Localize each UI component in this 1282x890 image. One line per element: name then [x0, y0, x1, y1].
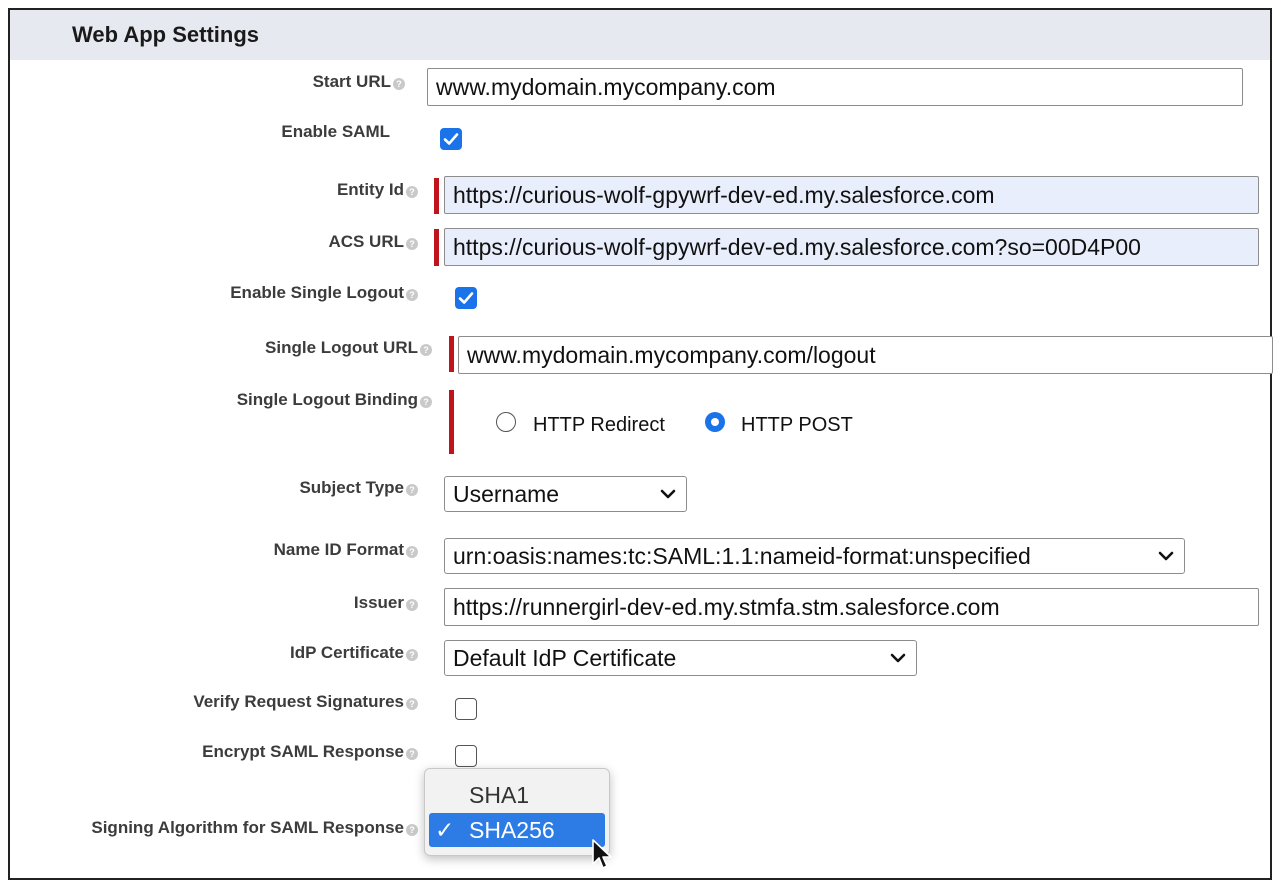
checkmark-icon: ✓	[435, 817, 455, 843]
enable-saml-label-group: Enable SAML	[281, 122, 390, 142]
subject-type-select[interactable]: Username	[444, 476, 687, 512]
section-header: Web App Settings	[10, 10, 1270, 60]
idp-certificate-value: Default IdP Certificate	[453, 645, 677, 671]
subject-type-value: Username	[453, 481, 560, 507]
signing-algorithm-label: Signing Algorithm for SAML Response	[91, 818, 404, 837]
menu-option-sha1[interactable]: SHA1	[429, 778, 605, 812]
enable-single-logout-label-group: Enable Single Logout ?	[230, 283, 418, 303]
checkmark-icon	[458, 292, 474, 304]
entity-id-input[interactable]: https://curious-wolf-gpywrf-dev-ed.my.sa…	[444, 176, 1259, 214]
required-indicator	[449, 390, 454, 454]
subject-type-label-group: Subject Type ?	[299, 478, 418, 498]
section-title: Web App Settings	[72, 22, 259, 47]
chevron-down-icon	[660, 489, 676, 499]
checkmark-icon	[443, 133, 459, 145]
verify-request-signatures-label-group: Verify Request Signatures ?	[193, 692, 418, 712]
help-icon[interactable]: ?	[406, 649, 418, 661]
name-id-format-label-group: Name ID Format ?	[274, 540, 418, 560]
single-logout-url-label-group: Single Logout URL ?	[265, 338, 432, 358]
name-id-format-label: Name ID Format	[273, 540, 404, 559]
http-redirect-label: HTTP Redirect	[533, 414, 665, 436]
enable-single-logout-checkbox[interactable]	[455, 287, 477, 309]
menu-option-sha256[interactable]: ✓ SHA256	[429, 813, 605, 847]
start-url-input[interactable]: www.mydomain.mycompany.com	[427, 68, 1243, 106]
idp-certificate-select[interactable]: Default IdP Certificate	[444, 640, 917, 676]
single-logout-url-input[interactable]: www.mydomain.mycompany.com/logout	[458, 336, 1273, 374]
required-indicator	[449, 336, 454, 372]
help-icon[interactable]: ?	[406, 186, 418, 198]
idp-certificate-label-group: IdP Certificate ?	[290, 643, 418, 663]
chevron-down-icon	[1158, 551, 1174, 561]
encrypt-saml-response-checkbox[interactable]	[455, 745, 477, 767]
mouse-pointer-icon	[592, 839, 612, 869]
signing-algorithm-label-group: Signing Algorithm for SAML Response ?	[91, 818, 418, 838]
enable-saml-checkbox[interactable]	[440, 128, 462, 150]
help-icon[interactable]: ?	[406, 289, 418, 301]
encrypt-saml-response-label: Encrypt SAML Response	[202, 742, 404, 761]
help-icon[interactable]: ?	[420, 396, 432, 408]
name-id-format-value: urn:oasis:names:tc:SAML:1.1:nameid-forma…	[453, 543, 1031, 569]
verify-request-signatures-label: Verify Request Signatures	[193, 692, 404, 711]
name-id-format-select[interactable]: urn:oasis:names:tc:SAML:1.1:nameid-forma…	[444, 538, 1185, 574]
help-icon[interactable]: ?	[406, 748, 418, 760]
entity-id-label: Entity Id	[336, 180, 404, 199]
settings-panel	[8, 8, 1272, 880]
issuer-input[interactable]: https://runnergirl-dev-ed.my.stmfa.stm.s…	[444, 588, 1259, 626]
verify-request-signatures-checkbox[interactable]	[455, 698, 477, 720]
help-icon[interactable]: ?	[406, 238, 418, 250]
help-icon[interactable]: ?	[406, 484, 418, 496]
signing-algorithm-dropdown-menu[interactable]: SHA1 ✓ SHA256	[424, 768, 610, 856]
idp-certificate-label: IdP Certificate	[289, 643, 404, 662]
entity-id-label-group: Entity Id ?	[337, 180, 418, 200]
required-indicator	[434, 178, 439, 214]
help-icon[interactable]: ?	[406, 698, 418, 710]
single-logout-url-label: Single Logout URL	[265, 338, 418, 357]
subject-type-label: Subject Type	[299, 478, 404, 497]
required-indicator	[434, 229, 439, 266]
http-post-label: HTTP POST	[741, 414, 853, 436]
issuer-label: Issuer	[353, 593, 404, 612]
acs-url-label: ACS URL	[328, 232, 404, 251]
acs-url-input[interactable]: https://curious-wolf-gpywrf-dev-ed.my.sa…	[444, 228, 1259, 266]
help-icon[interactable]: ?	[420, 344, 432, 356]
enable-saml-label: Enable SAML	[281, 122, 390, 141]
chevron-down-icon	[890, 653, 906, 663]
help-icon[interactable]: ?	[406, 546, 418, 558]
http-post-radio[interactable]	[705, 412, 725, 432]
help-icon[interactable]: ?	[406, 824, 418, 836]
help-icon[interactable]: ?	[393, 78, 405, 90]
encrypt-saml-response-label-group: Encrypt SAML Response ?	[202, 742, 418, 762]
acs-url-label-group: ACS URL ?	[328, 232, 418, 252]
start-url-label: Start URL	[312, 72, 391, 91]
start-url-label-group: Start URL ?	[313, 72, 405, 92]
help-icon[interactable]: ?	[406, 599, 418, 611]
enable-single-logout-label: Enable Single Logout	[230, 283, 404, 302]
single-logout-binding-label: Single Logout Binding	[236, 390, 418, 409]
http-redirect-radio[interactable]	[496, 412, 516, 432]
single-logout-binding-label-group: Single Logout Binding ?	[237, 390, 432, 410]
issuer-label-group: Issuer ?	[354, 593, 418, 613]
